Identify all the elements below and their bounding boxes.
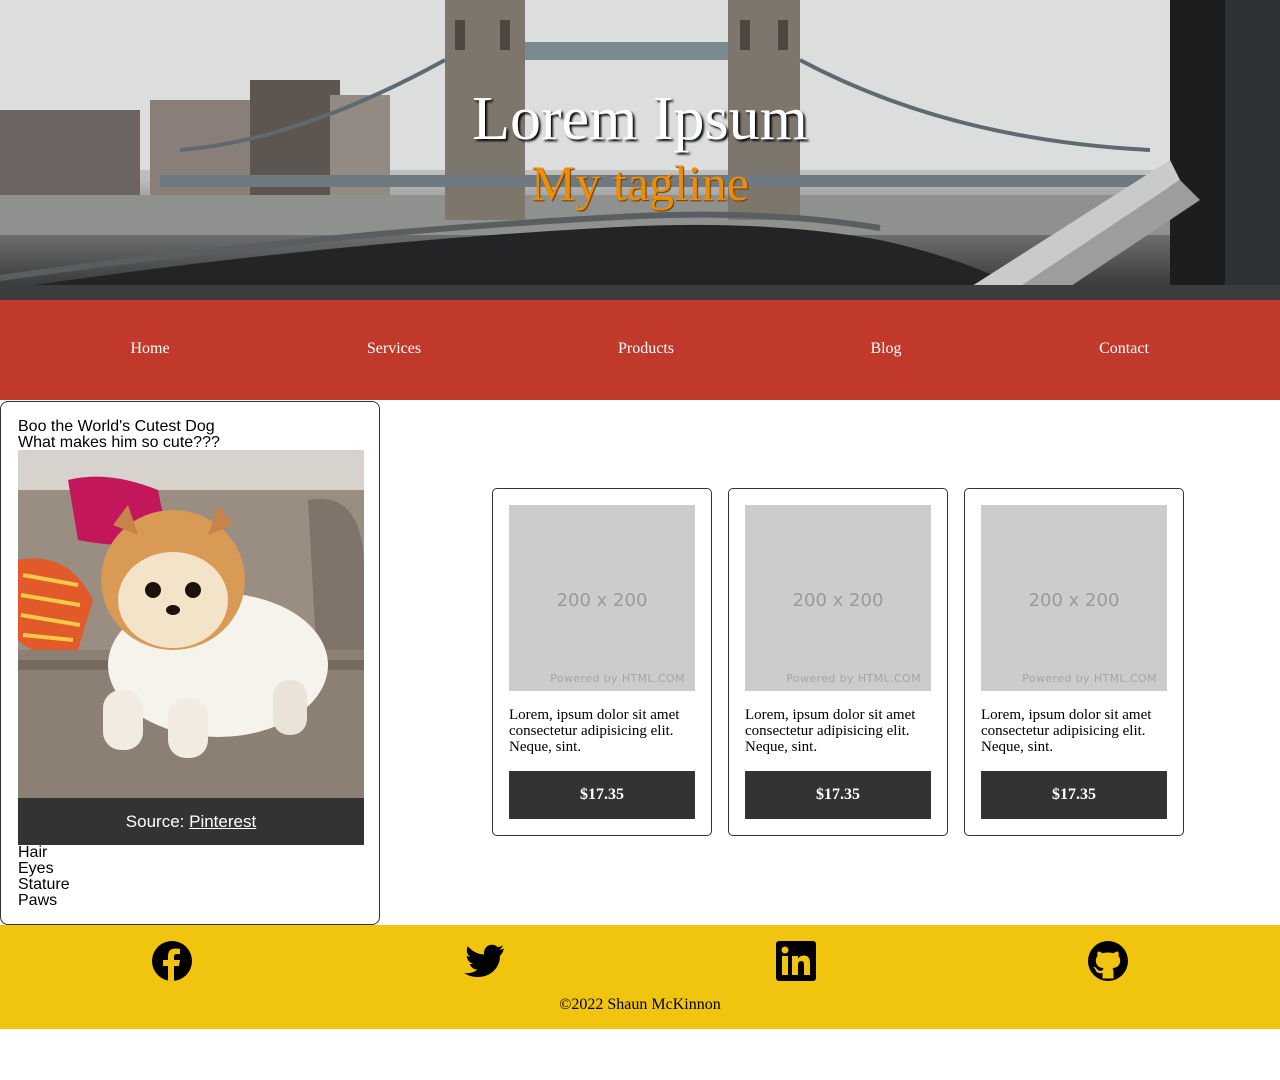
nav-item-products[interactable]: Products	[618, 340, 674, 358]
site-footer: ©2022 Shaun McKinnon	[0, 925, 1280, 1029]
copyright-text: ©2022 Shaun McKinnon	[559, 996, 721, 1013]
dog-card-title: Boo the World's Cutest Dog	[18, 418, 215, 435]
featured-dog-card: Boo the World's Cutest Dog What makes hi…	[0, 401, 380, 925]
trait-item-paws: Paws	[18, 892, 58, 909]
product-image-placeholder: 200 x 200 Powered by HTML.COM	[509, 505, 695, 691]
product-price-button[interactable]: $17.35	[509, 771, 695, 819]
site-tagline: My tagline	[530, 155, 750, 211]
github-icon[interactable]	[1088, 941, 1128, 981]
nav-item-services[interactable]: Services	[367, 340, 421, 358]
trait-item-stature: Stature	[18, 876, 70, 893]
pinterest-source-link[interactable]: Pinterest	[189, 812, 256, 831]
dog-photo-caption: Source: Pinterest	[18, 798, 364, 845]
trait-item-hair: Hair	[18, 844, 48, 861]
twitter-icon[interactable]	[464, 941, 504, 981]
placeholder-credit-text: Powered by HTML.COM	[786, 672, 921, 685]
product-description: Lorem, ipsum dolor sit amet consectetur …	[509, 707, 680, 755]
site-title: Lorem Ipsum	[472, 85, 808, 153]
nav-item-blog[interactable]: Blog	[870, 340, 901, 358]
caption-prefix: Source:	[125, 812, 190, 831]
placeholder-credit-text: Powered by HTML.COM	[1022, 672, 1157, 685]
product-price-button[interactable]: $17.35	[745, 771, 931, 819]
product-description: Lorem, ipsum dolor sit amet consectetur …	[981, 707, 1152, 755]
product-card: 200 x 200 Powered by HTML.COM Lorem, ips…	[964, 488, 1184, 836]
hero-banner: Lorem Ipsum My tagline	[0, 0, 1280, 300]
nav-item-home[interactable]: Home	[130, 340, 169, 358]
product-price-button[interactable]: $17.35	[981, 771, 1167, 819]
product-card: 200 x 200 Powered by HTML.COM Lorem, ips…	[492, 488, 712, 836]
dog-card-question: What makes him so cute???	[18, 434, 220, 451]
placeholder-size-text: 200 x 200	[556, 590, 648, 611]
placeholder-size-text: 200 x 200	[1028, 590, 1120, 611]
linkedin-icon[interactable]	[776, 941, 816, 981]
product-image-placeholder: 200 x 200 Powered by HTML.COM	[981, 505, 1167, 691]
nav-item-contact[interactable]: Contact	[1099, 340, 1149, 358]
placeholder-size-text: 200 x 200	[792, 590, 884, 611]
facebook-icon[interactable]	[152, 941, 192, 981]
dog-photo	[18, 450, 364, 798]
main-nav: Home Services Products Blog Contact	[0, 300, 1280, 400]
placeholder-credit-text: Powered by HTML.COM	[550, 672, 685, 685]
product-description: Lorem, ipsum dolor sit amet consectetur …	[745, 707, 916, 755]
product-image-placeholder: 200 x 200 Powered by HTML.COM	[745, 505, 931, 691]
trait-item-eyes: Eyes	[18, 860, 54, 877]
product-card: 200 x 200 Powered by HTML.COM Lorem, ips…	[728, 488, 948, 836]
